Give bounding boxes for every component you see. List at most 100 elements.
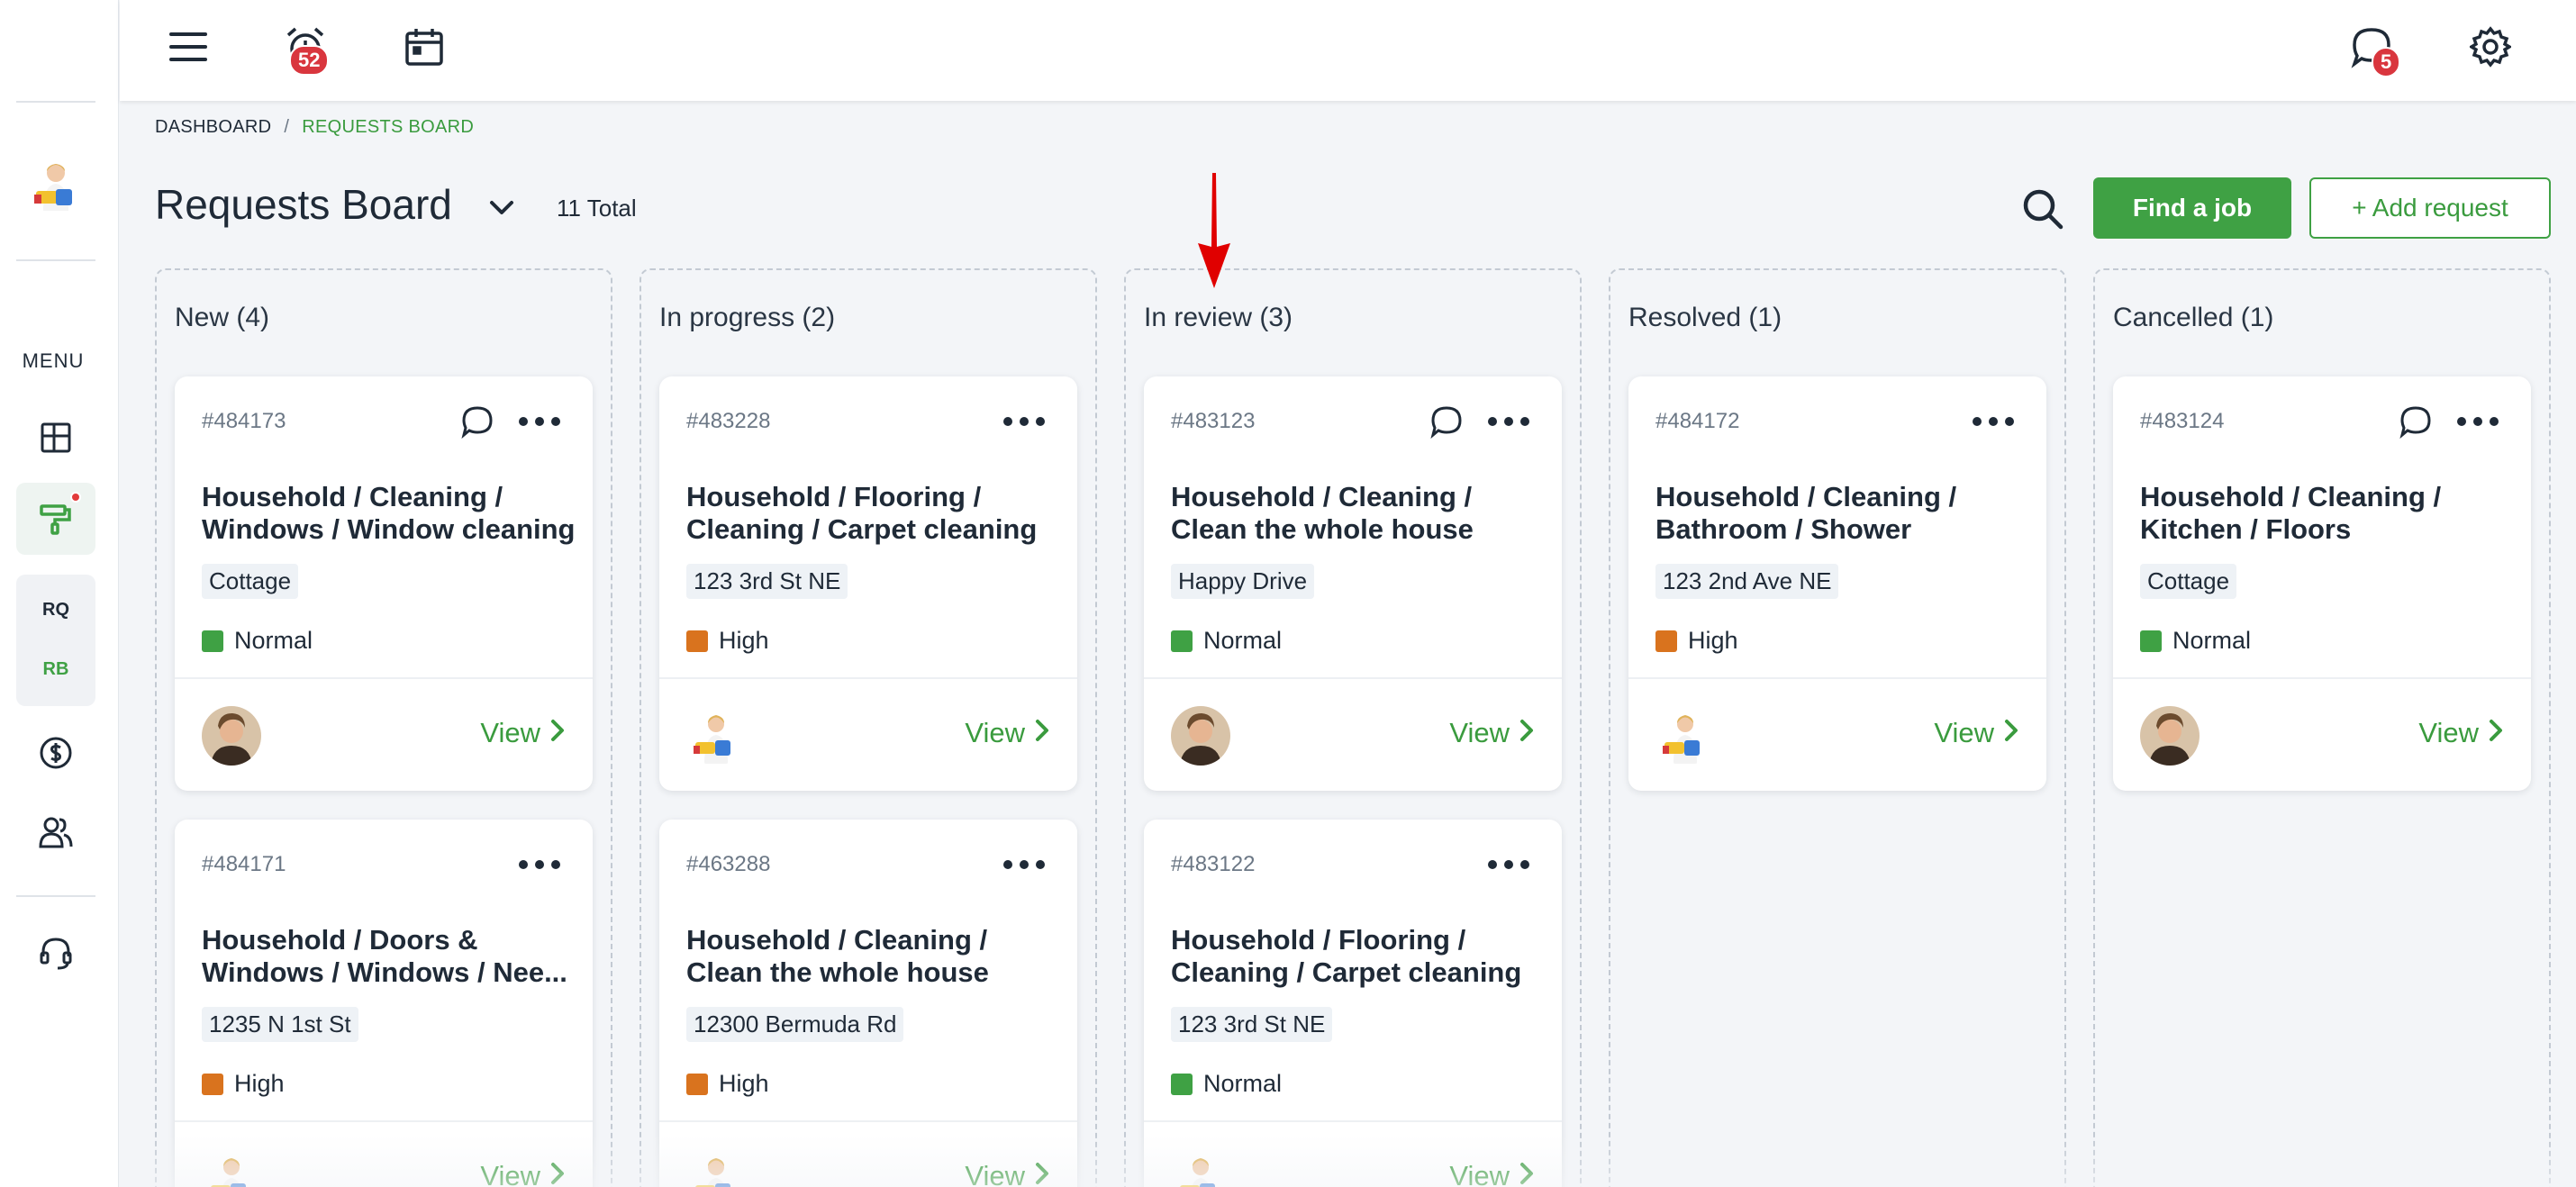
priority-color-square [1655, 630, 1677, 652]
page-title: Requests Board [155, 181, 452, 228]
priority-indicator: Normal [1171, 1070, 1282, 1098]
assignee-avatar[interactable] [202, 706, 261, 766]
priority-color-square [2140, 630, 2162, 652]
alarm-count-badge: 52 [289, 45, 330, 76]
view-link[interactable]: View [1449, 1160, 1535, 1187]
view-link[interactable]: View [480, 1160, 566, 1187]
paint-roller-icon[interactable] [36, 499, 76, 539]
view-link[interactable]: View [2418, 717, 2504, 749]
priority-label: Normal [1203, 1070, 1283, 1097]
more-options-icon[interactable] [517, 847, 562, 883]
chat-bubble-icon[interactable] [459, 403, 495, 439]
request-title-line: Cleaning / Carpet cleaning [686, 513, 1038, 545]
priority-label: Normal [234, 627, 313, 654]
request-title-line: Clean the whole house [1171, 513, 1474, 545]
priority-color-square [202, 630, 223, 652]
view-link[interactable]: View [1449, 717, 1535, 749]
assignee-avatar[interactable] [2140, 706, 2200, 766]
more-options-icon[interactable] [1971, 403, 2016, 439]
request-title-line: Household / Doors & [202, 924, 478, 956]
chevron-right-icon [540, 1160, 566, 1187]
breadcrumb-dashboard-link[interactable]: DASHBOARD [155, 117, 271, 137]
view-label: View [2418, 717, 2479, 748]
more-options-icon[interactable] [1002, 847, 1047, 883]
priority-indicator: High [686, 627, 769, 655]
column-title: Cancelled (1) [2113, 303, 2274, 332]
more-options-icon[interactable] [1486, 403, 1531, 439]
request-title: Household / Cleaning / Windows / Window c… [202, 481, 580, 546]
more-options-icon[interactable] [2455, 403, 2500, 439]
request-title-line: Household / Cleaning / [1655, 481, 1957, 512]
breadcrumb-current: REQUESTS BOARD [302, 117, 475, 137]
view-label: View [1449, 717, 1510, 748]
more-options-icon[interactable] [1002, 403, 1047, 439]
assignee-avatar[interactable] [202, 1149, 261, 1187]
request-card[interactable]: #483228 Household / Flooring / Cleaning / … [659, 376, 1077, 791]
request-card[interactable]: #463288 Household / Cleaning / Clean the w… [659, 820, 1077, 1187]
billing-dollar-icon[interactable] [36, 733, 76, 773]
priority-indicator: Normal [1171, 627, 1282, 655]
location-tag: 123 3rd St NE [1171, 1007, 1333, 1042]
priority-label: High [1688, 627, 1738, 654]
users-icon[interactable] [36, 812, 76, 852]
chevron-right-icon [1994, 717, 2019, 749]
support-headset-icon[interactable] [36, 933, 76, 973]
priority-color-square [686, 630, 708, 652]
find-a-job-button[interactable]: Find a job [2093, 177, 2291, 239]
dashboard-icon[interactable] [36, 418, 76, 458]
request-card[interactable]: #483122 Household / Flooring / Cleaning / … [1144, 820, 1562, 1187]
view-link[interactable]: View [965, 1160, 1050, 1187]
card-divider [2113, 677, 2531, 679]
chevron-right-icon [1025, 1160, 1050, 1187]
request-card[interactable]: #483124 Household / Cleaning / Kitchen / F… [2113, 376, 2531, 791]
company-logo-avatar[interactable] [32, 159, 79, 213]
request-title: Household / Cleaning / Kitchen / Floors [2140, 481, 2518, 546]
location-tag: Happy Drive [1171, 564, 1315, 599]
request-id: #483124 [2140, 409, 2225, 433]
assignee-avatar[interactable] [686, 706, 746, 766]
board-column: Resolved (1) #484172 Household / Cleaning … [1609, 268, 2066, 1187]
assignee-avatar[interactable] [1171, 706, 1230, 766]
assignee-avatar[interactable] [1171, 1149, 1230, 1187]
request-card[interactable]: #483123 Household / Cleaning / Clean the w… [1144, 376, 1562, 791]
request-title-line: Household / Cleaning / [2140, 481, 2442, 512]
request-card[interactable]: #484171 Household / Doors & Windows / Wind… [175, 820, 593, 1187]
view-label: View [480, 717, 540, 748]
column-title: In progress (2) [659, 303, 836, 332]
priority-label: Normal [2172, 627, 2252, 654]
assignee-avatar[interactable] [1655, 706, 1715, 766]
request-card[interactable]: #484172 Household / Cleaning / Bathroom / … [1628, 376, 2046, 791]
request-title-line: Cleaning / Carpet cleaning [1171, 956, 1522, 988]
request-title-line: Household / Flooring / [686, 481, 982, 512]
menu-label: MENU [22, 349, 85, 372]
view-link[interactable]: View [965, 717, 1050, 749]
settings-gear-icon[interactable] [2463, 20, 2517, 74]
board-column: Cancelled (1) #483124 Household / Cleaning… [2093, 268, 2551, 1187]
location-tag: Cottage [202, 564, 299, 599]
priority-label: High [719, 1070, 769, 1097]
sidebar-item-rb[interactable]: RB [16, 659, 95, 680]
chevron-right-icon [1510, 1160, 1535, 1187]
add-request-button[interactable]: + Add request [2309, 177, 2551, 239]
request-title: Household / Flooring / Cleaning / Carpet … [686, 481, 1065, 546]
board-column: New (4) #484173 Household / Cleaning / Wind… [155, 268, 612, 1187]
view-link[interactable]: View [480, 717, 566, 749]
more-options-icon[interactable] [517, 403, 562, 439]
view-label: View [965, 717, 1025, 748]
sidebar-item-rq[interactable]: RQ [16, 600, 95, 621]
view-link[interactable]: View [1934, 717, 2019, 749]
chat-bubble-icon[interactable] [2398, 403, 2434, 439]
chat-bubble-icon[interactable] [1429, 403, 1465, 439]
calendar-icon[interactable] [397, 20, 451, 74]
location-tag: 123 3rd St NE [686, 564, 848, 599]
search-icon[interactable] [2021, 187, 2064, 231]
board-column: In progress (2) #483228 Household / Floori… [639, 268, 1097, 1187]
hamburger-menu-icon[interactable] [161, 20, 215, 74]
priority-indicator: High [1655, 627, 1738, 655]
request-title-line: Windows / Windows / Nee... [202, 956, 567, 988]
chevron-down-icon[interactable] [486, 193, 517, 223]
more-options-icon[interactable] [1486, 847, 1531, 883]
assignee-avatar[interactable] [686, 1149, 746, 1187]
notification-dot [70, 492, 81, 503]
request-card[interactable]: #484173 Household / Cleaning / Windows / W… [175, 376, 593, 791]
